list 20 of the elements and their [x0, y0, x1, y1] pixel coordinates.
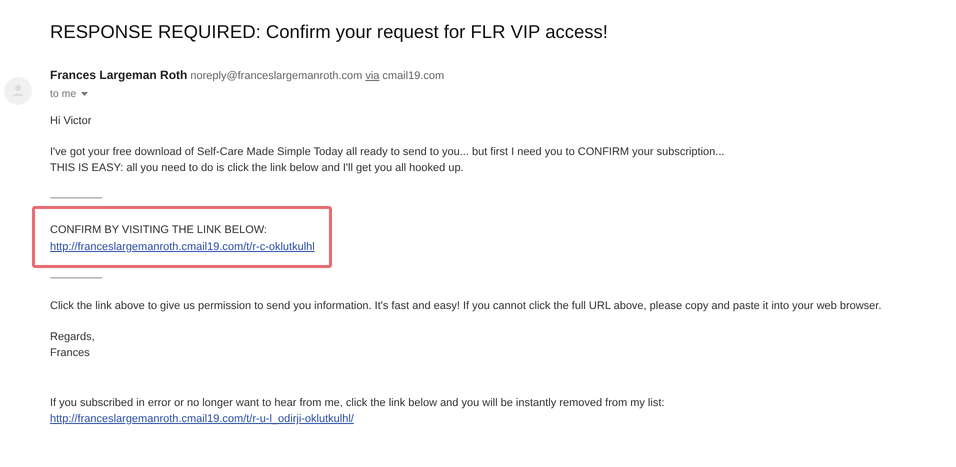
- dashed-divider: -------------------------------: [50, 193, 104, 203]
- sender-address: noreply@franceslargemanroth.com: [190, 70, 362, 82]
- confirm-label: CONFIRM BY VISITING THE LINK BELOW:: [50, 223, 268, 238]
- permission-text: Click the link above to give us permission to send you information. It's fast and easy! If you cannot click the full URL above, please copy and paste it into your web browser.: [50, 300, 882, 312]
- body-text: I've got your free download of Self-Care Made Simple Today all ready to send to you... but first I need you to CONFIRM your subscription...: [50, 145, 726, 160]
- via-link[interactable]: via: [365, 70, 380, 82]
- sender-name: Frances Largeman Roth: [50, 68, 188, 82]
- email-subject: RESPONSE REQUIRED: Confirm your request for FLR VIP access!: [50, 21, 609, 44]
- unsubscribe-link[interactable]: http://franceslargemanroth.cmail19.com/t/r-u-l_odirji-oklutkulhl/: [50, 411, 354, 427]
- signoff-text: Regards,: [50, 330, 96, 345]
- sender-domain: cmail19.com: [382, 70, 444, 82]
- greeting-text: Hi Victor: [50, 115, 92, 127]
- caret-icon[interactable]: [81, 92, 88, 96]
- signoff-text: Frances: [50, 346, 91, 361]
- recipient-label: to me: [50, 88, 76, 100]
- confirm-link[interactable]: http://franceslargemanroth.cmail19.com/t/r-c-oklutkulhl: [50, 239, 315, 256]
- body-text: THIS IS EASY: all you need to do is click the link below and I'll get you all hooked up.: [50, 161, 465, 176]
- unsubscribe-text: If you subscribed in error or no longer want to hear from me, click the link below and you will be instantly removed from my list:: [50, 396, 666, 411]
- avatar-icon: [4, 77, 32, 105]
- dashed-divider: -------------------------------: [50, 273, 104, 283]
